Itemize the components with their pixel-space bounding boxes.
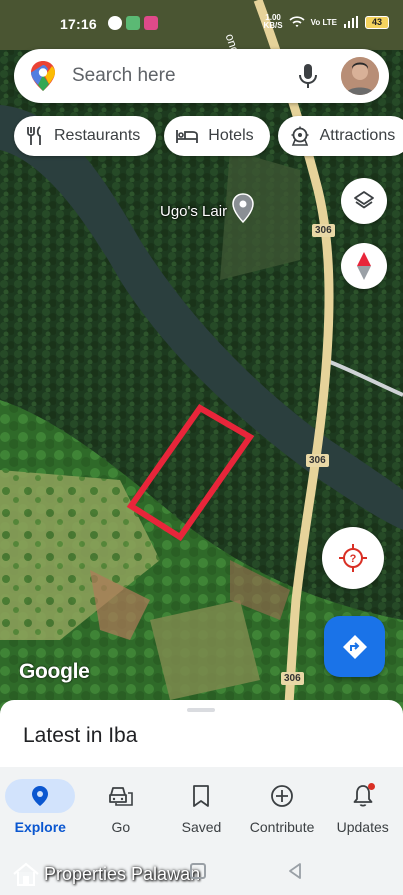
nav-updates[interactable]: Updates (322, 767, 403, 849)
compass-icon (357, 252, 371, 280)
status-time: 17:16 (60, 16, 97, 32)
home-button[interactable] (190, 863, 206, 879)
nav-label: Go (111, 819, 131, 835)
nav-go[interactable]: Go (81, 767, 162, 849)
bookmark-icon (193, 785, 210, 807)
explore-icon (32, 786, 49, 806)
app-icon (126, 16, 140, 30)
nav-label: Explore (14, 819, 66, 835)
place-label[interactable]: Ugo's Lair (160, 203, 227, 220)
search-bar[interactable]: Search here (14, 49, 389, 103)
nav-contribute[interactable]: Contribute (242, 767, 323, 849)
chip-label: Restaurants (54, 127, 141, 144)
status-bar: 17:16 1.00 KB/S Vo LTE 43 (0, 0, 403, 48)
notification-icons (108, 16, 158, 30)
nav-saved[interactable]: Saved (161, 767, 242, 849)
nav-label: Updates (336, 819, 389, 835)
bottom-navigation: Explore Go Saved Contribute Updates (0, 767, 403, 849)
status-indicators: 1.00 KB/S Vo LTE 43 (264, 14, 389, 30)
chip-label: Attractions (319, 127, 396, 144)
mic-icon[interactable] (297, 63, 319, 89)
google-logo: Google (19, 660, 90, 683)
category-chips: Restaurants Hotels Attractions (14, 116, 403, 156)
compass-button[interactable] (341, 243, 387, 289)
nav-label: Contribute (249, 819, 315, 835)
avatar[interactable] (341, 57, 379, 95)
signal-icon (344, 16, 358, 28)
road-number-badge: 306 (281, 672, 304, 685)
search-input[interactable]: Search here (72, 65, 297, 87)
watermark-text: Properties Palawan (44, 863, 201, 884)
road-number-badge: 306 (306, 454, 329, 467)
layers-icon (354, 191, 374, 209)
wifi-icon (289, 16, 305, 27)
battery-icon: 43 (365, 15, 389, 29)
satellite-map[interactable]: ongcolon Ro 306 306 306 Ugo's Lair Googl… (0, 0, 403, 720)
directions-icon (342, 634, 367, 659)
directions-button[interactable] (324, 616, 385, 677)
sheet-drag-handle[interactable] (187, 708, 215, 712)
car-icon (108, 787, 133, 806)
instagram-icon (144, 16, 158, 30)
maps-pin-icon (31, 61, 55, 91)
notification-dot (367, 783, 375, 790)
nav-explore[interactable]: Explore (0, 767, 81, 849)
satellite-imagery (0, 0, 403, 720)
my-location-button[interactable]: ? (322, 527, 384, 589)
chip-attractions[interactable]: Attractions (277, 116, 403, 156)
svg-text:?: ? (350, 553, 357, 565)
network-label: Vo LTE (310, 17, 337, 27)
restaurant-icon (27, 126, 41, 145)
attractions-icon (291, 126, 309, 146)
net-speed: 1.00 KB/S (264, 14, 283, 30)
road-number-badge: 306 (312, 224, 335, 237)
add-circle-icon (271, 785, 293, 807)
system-navigation-bar: Properties Palawan (0, 849, 403, 895)
chip-restaurants[interactable]: Restaurants (14, 116, 157, 156)
avatar-image (341, 57, 379, 95)
place-pin-icon[interactable] (232, 193, 254, 223)
nav-label: Saved (181, 819, 222, 835)
layers-button[interactable] (341, 178, 387, 224)
chip-hotels[interactable]: Hotels (164, 116, 270, 156)
watermark: Properties Palawan (12, 861, 200, 887)
back-icon[interactable] (287, 862, 303, 880)
messenger-icon (108, 16, 122, 30)
net-speed-unit: KB/S (263, 21, 283, 30)
house-logo-icon (13, 862, 39, 886)
my-location-icon: ? (339, 544, 367, 572)
chip-label: Hotels (208, 127, 254, 144)
hotel-icon (176, 130, 199, 143)
sheet-title: Latest in Iba (23, 724, 138, 747)
bottom-sheet[interactable]: Latest in Iba (0, 700, 403, 767)
